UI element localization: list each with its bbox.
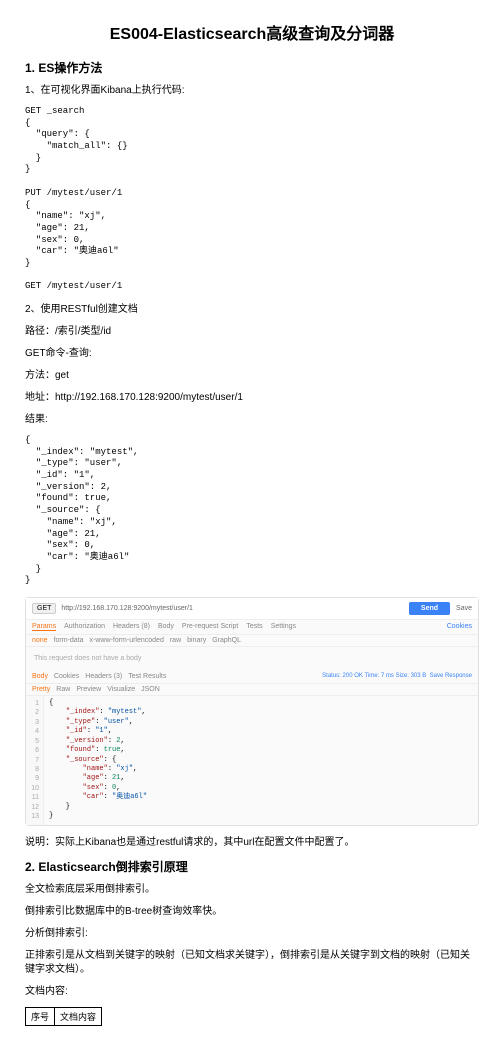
request-tabs: Params Authorization Headers (8) Body Pr…	[26, 620, 478, 635]
code-block-1: GET _search { "query": { "match_all": {}…	[25, 106, 479, 293]
para: 倒排索引比数据库中的B-tree树查询效率快。	[25, 905, 479, 919]
tab-headers[interactable]: Headers (8)	[113, 623, 150, 631]
body-raw[interactable]: raw	[170, 637, 181, 644]
para: 2、使用RESTful创建文档	[25, 303, 479, 317]
para: 1、在可视化界面Kibana上执行代码:	[25, 84, 479, 98]
tab-settings[interactable]: Settings	[271, 623, 296, 631]
view-preview[interactable]: Preview	[76, 686, 101, 693]
status-line: Status: 200 OK Time: 7 ms Size: 303 B Sa…	[322, 673, 472, 680]
page-title: ES004-Elasticsearch高级查询及分词器	[25, 20, 479, 44]
json-body: { "_index": "mytest", "_type": "user", "…	[44, 696, 152, 825]
body-urlencoded[interactable]: x-www-form-urlencoded	[90, 637, 164, 644]
body-graphql[interactable]: GraphQL	[212, 637, 241, 644]
url-input[interactable]: http://192.168.170.128:9200/mytest/user/…	[61, 605, 409, 612]
body-formdata[interactable]: form-data	[54, 637, 84, 644]
cookies-link[interactable]: Cookies	[447, 623, 472, 631]
para: 全文检索底层采用倒排索引。	[25, 883, 479, 897]
line-gutter: 12345678910111213	[26, 696, 44, 825]
tab-tests[interactable]: Tests	[246, 623, 262, 631]
view-visualize[interactable]: Visualize	[107, 686, 135, 693]
tab-auth[interactable]: Authorization	[64, 623, 105, 631]
resp-headers[interactable]: Headers (3)	[85, 673, 122, 680]
save-button[interactable]: Save	[456, 605, 472, 612]
para: GET命令-查询:	[25, 347, 479, 361]
section-1-heading: 1. ES操作方法	[25, 59, 479, 76]
th-seq: 序号	[26, 1007, 55, 1025]
doc-table: 序号 文档内容	[25, 1007, 102, 1026]
postman-screenshot: GET http://192.168.170.128:9200/mytest/u…	[25, 597, 479, 826]
save-response-link[interactable]: Save Response	[430, 673, 472, 679]
resp-body[interactable]: Body	[32, 673, 48, 680]
response-json: 12345678910111213 { "_index": "mytest", …	[26, 696, 478, 825]
tab-params[interactable]: Params	[32, 623, 56, 631]
para: 地址：http://192.168.170.128:9200/mytest/us…	[25, 391, 479, 405]
para: 结果:	[25, 413, 479, 427]
body-none[interactable]: none	[32, 637, 48, 644]
view-pretty[interactable]: Pretty	[32, 686, 50, 693]
th-content: 文档内容	[55, 1007, 102, 1025]
format-select[interactable]: JSON	[141, 686, 160, 693]
para: 分析倒排索引:	[25, 927, 479, 941]
para: 文档内容:	[25, 985, 479, 999]
send-button[interactable]: Send	[409, 602, 450, 615]
body-type-row: none form-data x-www-form-urlencoded raw…	[26, 635, 478, 647]
para: 说明：实际上Kibana也是通过restful请求的，其中url在配置文件中配置…	[25, 836, 479, 850]
para: 方法：get	[25, 369, 479, 383]
tab-body[interactable]: Body	[158, 623, 174, 631]
section-2-heading: 2. Elasticsearch倒排索引原理	[25, 858, 479, 875]
http-method-selector[interactable]: GET	[32, 603, 56, 614]
view-tabs: Pretty Raw Preview Visualize JSON	[26, 684, 478, 696]
para: 路径：/索引/类型/id	[25, 325, 479, 339]
para: 正排索引是从文档到关键字的映射（已知文档求关键字），倒排索引是从关键字到文档的映…	[25, 949, 479, 977]
tab-prerequest[interactable]: Pre-request Script	[182, 623, 238, 631]
body-empty-msg: This request does not have a body	[26, 647, 478, 670]
view-raw[interactable]: Raw	[56, 686, 70, 693]
body-binary[interactable]: binary	[187, 637, 206, 644]
code-block-2: { "_index": "mytest", "_type": "user", "…	[25, 435, 479, 587]
response-tabs: Body Cookies Headers (3) Test Results St…	[26, 670, 478, 684]
resp-tests[interactable]: Test Results	[128, 673, 166, 680]
resp-cookies[interactable]: Cookies	[54, 673, 79, 680]
